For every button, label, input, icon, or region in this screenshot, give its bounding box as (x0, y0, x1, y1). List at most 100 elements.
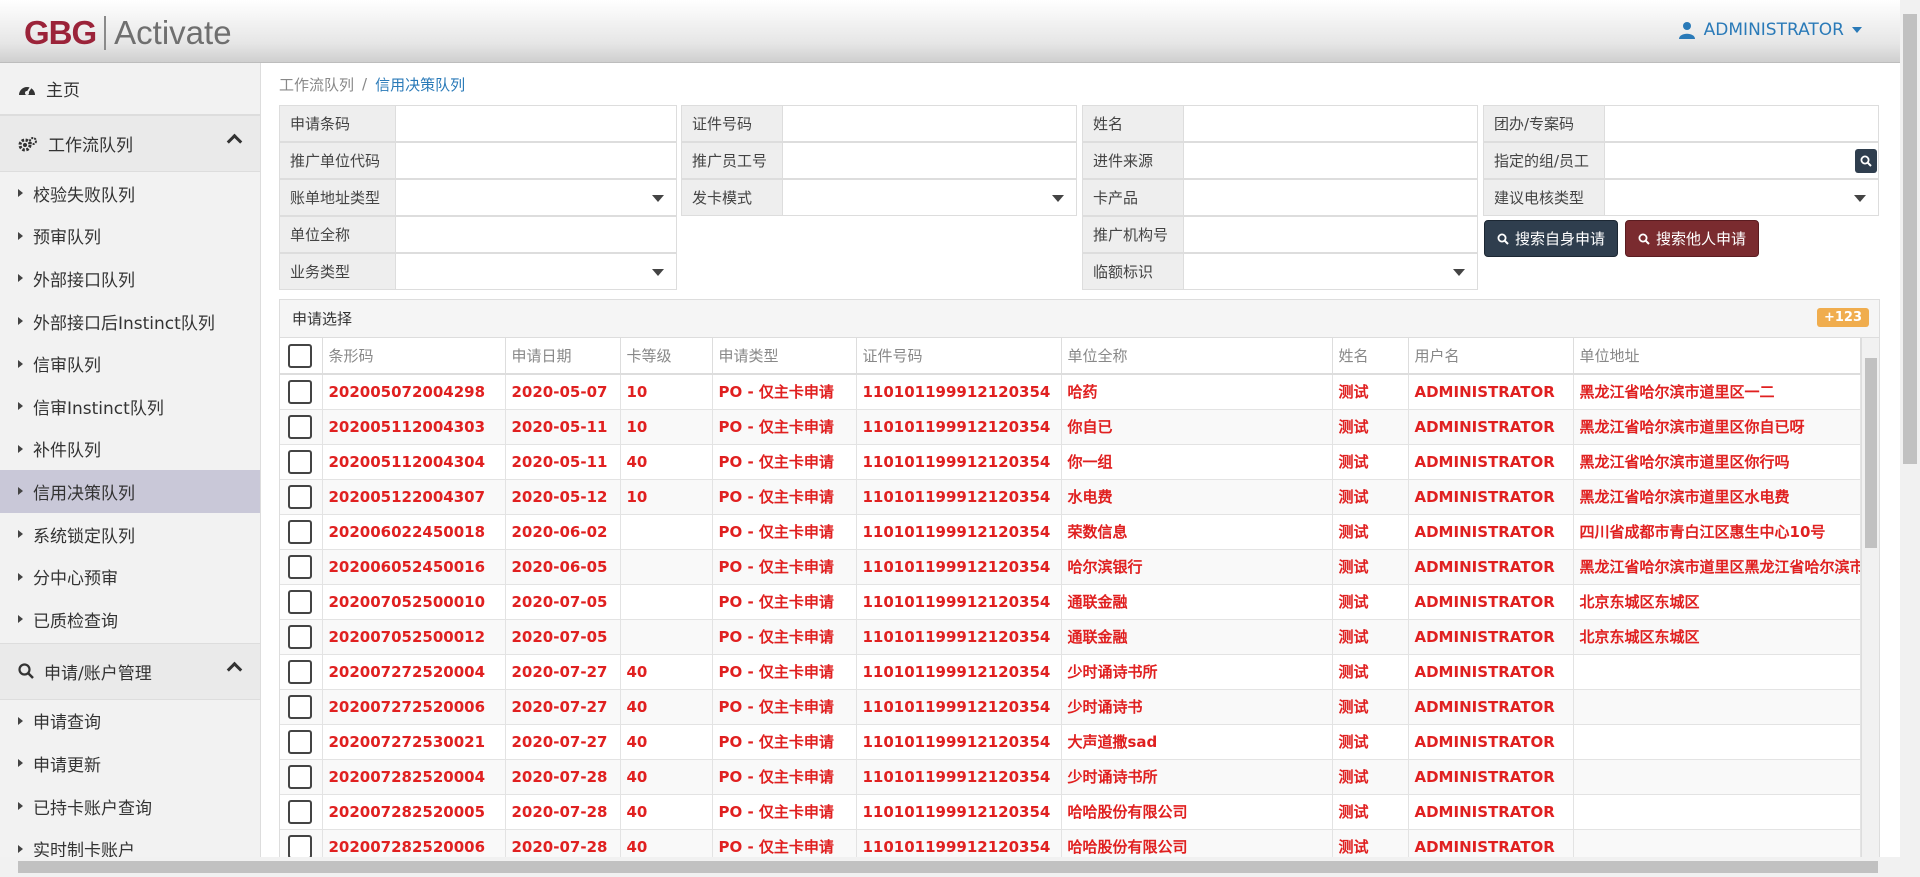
chevron-up-icon[interactable] (226, 133, 243, 150)
column-header[interactable]: 卡等级 (620, 338, 713, 375)
search-button[interactable] (1855, 149, 1877, 173)
vertical-scrollbar-thumb[interactable] (1903, 14, 1917, 464)
table-row[interactable]: 202007282520005 2020-07-28 40 PO - 仅主卡申请 110… (280, 793, 1861, 829)
sidebar-item[interactable]: 申请更新 (0, 742, 260, 785)
row-checkbox[interactable] (288, 764, 312, 789)
column-header[interactable]: 姓名 (1332, 338, 1409, 375)
name-input[interactable] (1184, 106, 1477, 141)
table-row[interactable]: 202005122004307 2020-05-12 10 PO - 仅主卡申请 110… (280, 478, 1861, 514)
id-number-input[interactable] (783, 106, 1076, 141)
table-cell: 110101199912120354 (856, 373, 1062, 409)
promoter-id-input[interactable] (783, 143, 1076, 178)
breadcrumb-parent[interactable]: 工作流队列 (279, 74, 354, 95)
sidebar-item[interactable]: 信用决策队列 (0, 470, 260, 513)
table-cell: ADMINISTRATOR (1408, 513, 1574, 549)
promo-unit-code-input[interactable] (396, 143, 676, 178)
column-header[interactable]: 单位全称 (1061, 338, 1333, 375)
table-scrollbar-thumb[interactable] (1865, 358, 1877, 548)
sidebar-item[interactable]: 补件队列 (0, 428, 260, 471)
table-cell: PO - 仅主卡申请 (712, 758, 857, 794)
table-row[interactable]: 202006052450016 2020-06-05 PO - 仅主卡申请 11010… (280, 548, 1861, 584)
table-row[interactable]: 202005112004304 2020-05-11 40 PO - 仅主卡申请 110… (280, 443, 1861, 479)
table-cell: PO - 仅主卡申请 (712, 618, 857, 654)
row-checkbox[interactable] (288, 729, 312, 754)
horizontal-scrollbar[interactable] (0, 857, 1900, 877)
chevron-up-icon[interactable] (226, 661, 243, 677)
sidebar-item-home[interactable]: 主页 (0, 63, 260, 115)
sidebar-item[interactable]: 外部接口队列 (0, 257, 260, 300)
row-checkbox[interactable] (288, 799, 312, 824)
table-cell: 40 (620, 653, 713, 689)
table-cell: 2020-07-27 (505, 688, 621, 724)
table-cell: PO - 仅主卡申请 (712, 583, 857, 619)
card-issue-mode-select[interactable]: 发卡模式 (681, 179, 1077, 216)
row-checkbox[interactable] (288, 414, 312, 439)
column-header[interactable]: 证件号码 (856, 338, 1062, 375)
vertical-scrollbar[interactable] (1900, 0, 1920, 877)
table-row[interactable]: 202007052500010 2020-07-05 PO - 仅主卡申请 11010… (280, 583, 1861, 619)
sidebar-item[interactable]: 信审队列 (0, 342, 260, 385)
suggest-check-type-select[interactable]: 建议电核类型 (1483, 179, 1879, 216)
search-others-button[interactable]: 搜索他人申请 (1625, 220, 1759, 257)
table-cell: ADMINISTRATOR (1408, 548, 1574, 584)
table-row[interactable]: 202007052500012 2020-07-05 PO - 仅主卡申请 11010… (280, 618, 1861, 654)
company-name-input[interactable] (396, 217, 676, 252)
select-all-checkbox[interactable] (288, 343, 312, 368)
table-row[interactable]: 202007272520006 2020-07-27 40 PO - 仅主卡申请 110… (280, 688, 1861, 724)
column-header[interactable]: 条形码 (322, 338, 506, 375)
search-self-button[interactable]: 搜索自身申请 (1484, 220, 1618, 257)
row-checkbox[interactable] (288, 449, 312, 474)
column-header[interactable]: 单位地址 (1573, 338, 1861, 375)
sidebar-item[interactable]: 已质检查询 (0, 598, 260, 641)
row-checkbox[interactable] (288, 484, 312, 509)
logo: GBG Activate (24, 14, 232, 52)
table-row[interactable]: 202005072004298 2020-05-07 10 PO - 仅主卡申请 110… (280, 373, 1861, 409)
table-row[interactable]: 202006022450018 2020-06-02 PO - 仅主卡申请 11010… (280, 513, 1861, 549)
table-cell: 测试 (1332, 373, 1409, 409)
column-header[interactable]: 用户名 (1408, 338, 1574, 375)
table-row[interactable]: 202007272530021 2020-07-27 40 PO - 仅主卡申请 110… (280, 723, 1861, 759)
field-label: 进件来源 (1083, 143, 1184, 178)
table-row[interactable]: 202005112004303 2020-05-11 10 PO - 仅主卡申请 110… (280, 408, 1861, 444)
bill-addr-type-select[interactable]: 账单地址类型 (279, 179, 677, 216)
user-menu[interactable]: ADMINISTRATOR (1678, 20, 1862, 40)
sidebar-section-workflow[interactable]: 工作流队列 (0, 115, 260, 172)
column-header[interactable]: 申请日期 (505, 338, 621, 375)
barcode-input[interactable] (396, 106, 676, 141)
sidebar-section-account[interactable]: 申请/账户管理 (0, 642, 260, 700)
sidebar-item[interactable]: 系统锁定队列 (0, 513, 260, 556)
table-cell: 10 (620, 373, 713, 409)
sidebar-item[interactable]: 分中心预审 (0, 555, 260, 598)
table-cell: 202006022450018 (322, 513, 506, 549)
sidebar-item[interactable]: 信审Instinct队列 (0, 385, 260, 428)
table-scrollbar[interactable] (1861, 338, 1879, 868)
sidebar-item[interactable]: 预审队列 (0, 215, 260, 258)
row-checkbox[interactable] (288, 694, 312, 719)
row-checkbox[interactable] (288, 624, 312, 649)
table-cell: 通联金融 (1061, 583, 1333, 619)
row-checkbox[interactable] (288, 554, 312, 579)
table-cell: 40 (620, 793, 713, 829)
column-header[interactable]: 申请类型 (712, 338, 857, 375)
source-input[interactable] (1184, 143, 1477, 178)
group-code-input[interactable] (1605, 106, 1878, 141)
table-cell: 202007282520005 (322, 793, 506, 829)
business-type-select[interactable]: 业务类型 (279, 253, 677, 290)
sidebar-item[interactable]: 校验失败队列 (0, 172, 260, 215)
sidebar-item[interactable]: 申请查询 (0, 700, 260, 743)
row-checkbox[interactable] (288, 834, 312, 859)
sidebar-item[interactable]: 已持卡账户查询 (0, 785, 260, 828)
row-checkbox[interactable] (288, 379, 312, 404)
assigned-group-input[interactable] (1605, 143, 1878, 178)
table-row[interactable]: 202007282520004 2020-07-28 40 PO - 仅主卡申请 110… (280, 758, 1861, 794)
promo-org-input[interactable] (1184, 217, 1477, 252)
row-select-cell (280, 443, 323, 479)
row-checkbox[interactable] (288, 519, 312, 544)
sidebar-item[interactable]: 外部接口后Instinct队列 (0, 300, 260, 343)
table-row[interactable]: 202007272520004 2020-07-27 40 PO - 仅主卡申请 110… (280, 653, 1861, 689)
row-checkbox[interactable] (288, 659, 312, 684)
temp-limit-select[interactable]: 临额标识 (1082, 253, 1478, 290)
horizontal-scrollbar-thumb[interactable] (18, 861, 1878, 873)
row-checkbox[interactable] (288, 589, 312, 614)
card-product-input[interactable] (1184, 180, 1477, 215)
